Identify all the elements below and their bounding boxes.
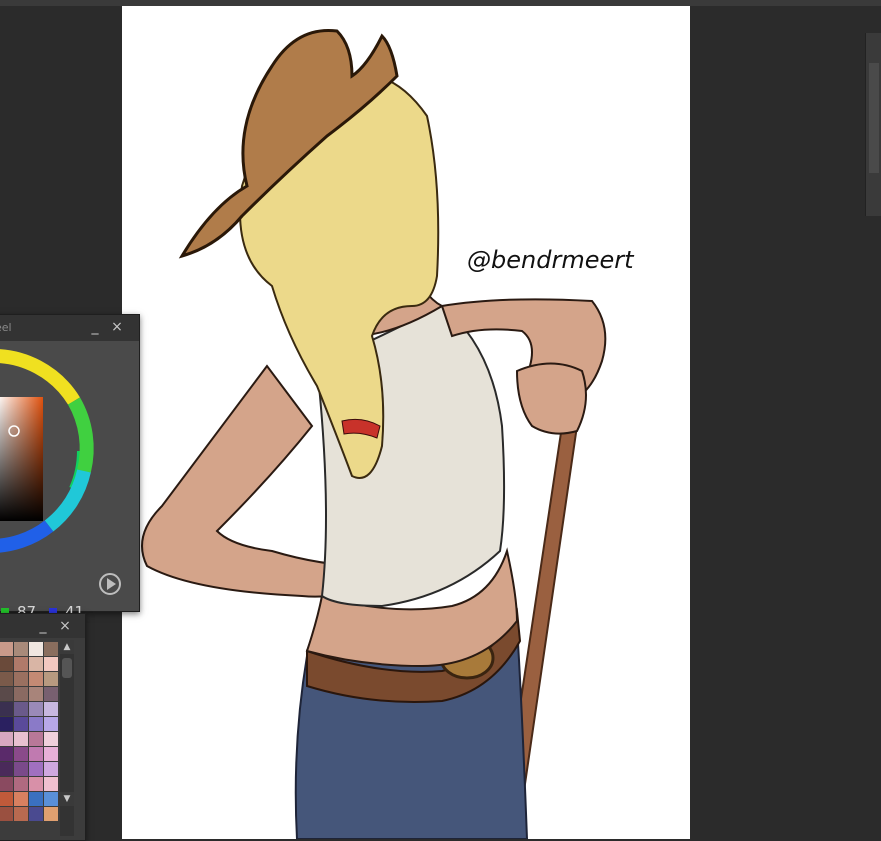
drawing-canvas[interactable]: @bendrmeert [122, 6, 690, 839]
palette-swatch[interactable] [0, 642, 13, 656]
palette-swatch[interactable] [44, 642, 58, 656]
artwork-illustration: @bendrmeert [141, 28, 635, 839]
color-palette-panel: _ × ▲ ▼ [0, 613, 86, 841]
palette-swatch[interactable] [0, 747, 13, 761]
palette-swatch[interactable] [0, 702, 13, 716]
close-button[interactable]: × [109, 318, 125, 336]
palette-swatch[interactable] [14, 747, 28, 761]
palette-swatch[interactable] [44, 807, 58, 821]
scrollbar-thumb[interactable] [869, 63, 879, 173]
palette-swatch[interactable] [14, 777, 28, 791]
palette-swatch[interactable] [14, 762, 28, 776]
palette-swatch[interactable] [14, 732, 28, 746]
palette-swatch[interactable] [14, 792, 28, 806]
palette-swatch[interactable] [29, 747, 43, 761]
palette-swatch[interactable] [29, 777, 43, 791]
palette-swatch[interactable] [0, 672, 13, 686]
palette-swatch[interactable] [14, 702, 28, 716]
palette-swatch[interactable] [0, 717, 13, 731]
workspace: @bendrmeert eel _ × [0, 0, 881, 841]
palette-swatch[interactable] [44, 687, 58, 701]
palette-swatch[interactable] [29, 702, 43, 716]
palette-swatch[interactable] [29, 762, 43, 776]
palette-swatch[interactable] [29, 672, 43, 686]
palette-close-button[interactable]: × [57, 617, 73, 635]
minimize-button[interactable]: _ [87, 318, 103, 336]
palette-swatch[interactable] [44, 762, 58, 776]
palette-swatch[interactable] [0, 807, 13, 821]
vertical-scrollbar[interactable] [865, 33, 881, 216]
palette-swatch[interactable] [14, 717, 28, 731]
palette-swatch[interactable] [29, 807, 43, 821]
palette-swatch[interactable] [44, 672, 58, 686]
palette-title-bar[interactable]: _ × [0, 614, 85, 638]
palette-swatch[interactable] [29, 687, 43, 701]
palette-swatch[interactable] [14, 672, 28, 686]
palette-swatch[interactable] [44, 732, 58, 746]
palette-swatch[interactable] [29, 792, 43, 806]
scroll-up-arrow-icon[interactable]: ▲ [60, 640, 74, 654]
palette-swatch[interactable] [29, 642, 43, 656]
artist-signature: @bendrmeert [467, 246, 635, 274]
palette-swatch[interactable] [29, 717, 43, 731]
color-wheel-title-bar[interactable]: eel _ × [0, 315, 139, 341]
palette-swatch[interactable] [29, 732, 43, 746]
palette-swatch[interactable] [44, 747, 58, 761]
palette-swatch[interactable] [44, 717, 58, 731]
color-mode-toggle-icon[interactable] [99, 573, 121, 595]
hand-shape [515, 362, 587, 435]
scroll-down-arrow-icon[interactable]: ▼ [60, 792, 74, 806]
palette-swatch[interactable] [14, 687, 28, 701]
palette-minimize-button[interactable]: _ [35, 617, 51, 635]
palette-swatch[interactable] [0, 792, 13, 806]
palette-scrollbar[interactable]: ▲ ▼ [60, 640, 74, 836]
palette-swatch[interactable] [44, 702, 58, 716]
color-wheel-panel: eel _ × [0, 314, 140, 621]
palette-scroll-thumb[interactable] [62, 658, 72, 678]
palette-swatch[interactable] [14, 807, 28, 821]
palette-swatch-grid [0, 642, 58, 821]
palette-swatch[interactable] [14, 657, 28, 671]
palette-swatch[interactable] [14, 642, 28, 656]
palette-swatch[interactable] [0, 732, 13, 746]
palette-swatch[interactable] [0, 777, 13, 791]
palette-swatch[interactable] [29, 657, 43, 671]
palette-swatch[interactable] [44, 792, 58, 806]
palette-swatch[interactable] [0, 687, 13, 701]
palette-swatch[interactable] [44, 657, 58, 671]
palette-swatch[interactable] [44, 777, 58, 791]
color-wheel-title: eel [0, 321, 12, 334]
palette-swatch[interactable] [0, 762, 13, 776]
color-wheel-graphic[interactable] [0, 341, 139, 571]
color-wheel-body: 87 41 [0, 341, 139, 621]
palette-swatch[interactable] [0, 657, 13, 671]
